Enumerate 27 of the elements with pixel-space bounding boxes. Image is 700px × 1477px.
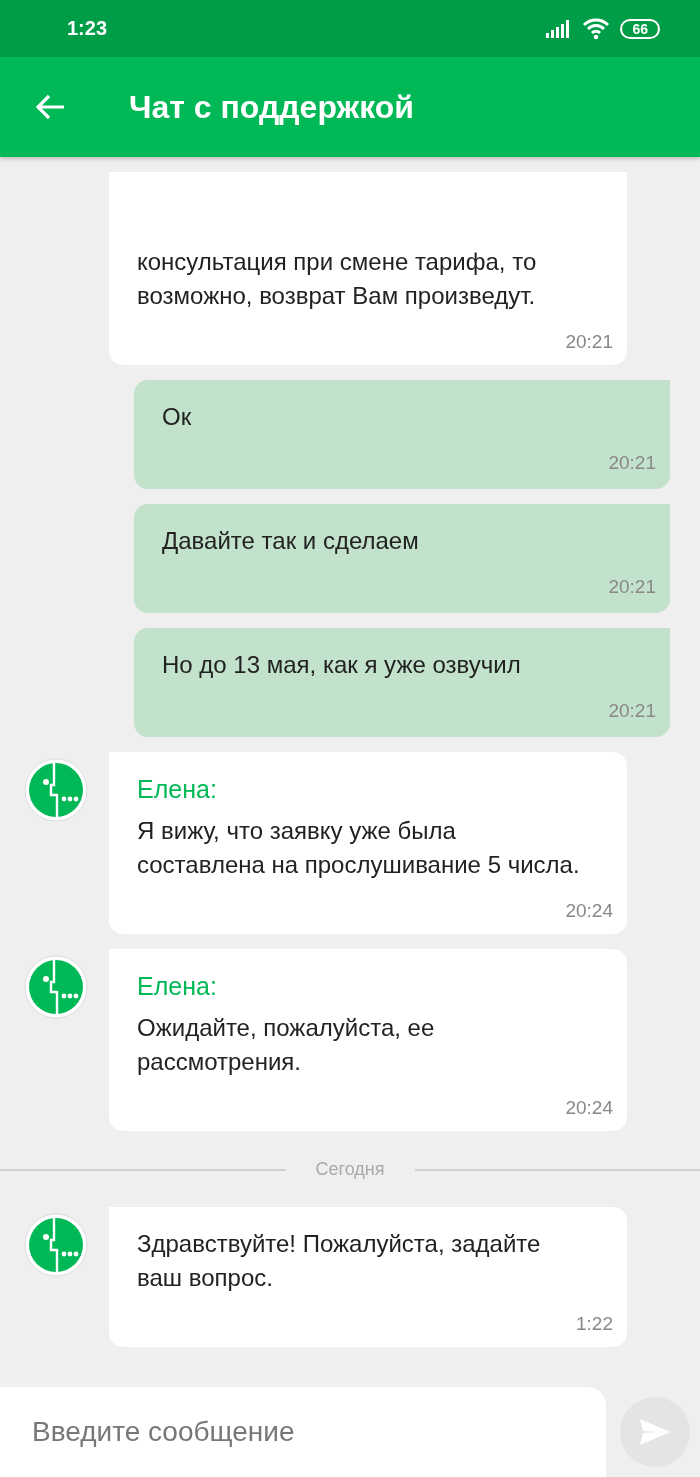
message-time: 1:22 bbox=[576, 1313, 613, 1335]
message-text: Я вижу, что заявку уже была составлена на прослушивание 5 числа. bbox=[137, 816, 581, 880]
operator-avatar bbox=[24, 955, 88, 1019]
message-time: 20:21 bbox=[608, 576, 656, 598]
wifi-icon bbox=[582, 17, 611, 40]
message-text: Давайте так и сделаем bbox=[162, 526, 420, 556]
message-time: 20:24 bbox=[565, 1097, 613, 1119]
sender-name: Елена: bbox=[137, 774, 218, 805]
screen-title: Чат с поддержкой bbox=[129, 88, 415, 126]
battery-indicator: 66 bbox=[620, 18, 660, 39]
sender-name: Елена: bbox=[137, 971, 218, 1002]
message-time: 20:21 bbox=[608, 452, 656, 474]
message-time: 20:21 bbox=[565, 331, 613, 353]
send-icon bbox=[638, 1417, 672, 1447]
message-text: Ок bbox=[162, 402, 193, 432]
back-arrow-icon bbox=[36, 94, 66, 120]
message-time: 20:24 bbox=[565, 900, 613, 922]
message-text: Ожидайте, пожалуйста, ее рассмотрения. bbox=[137, 1013, 436, 1077]
status-time: 1:23 bbox=[67, 17, 108, 40]
message-input[interactable]: Введите сообщение bbox=[0, 1387, 606, 1477]
operator-avatar bbox=[24, 758, 88, 822]
message-text: Здравствуйте! Пожалуйста, задайте ваш вопрос. bbox=[137, 1229, 542, 1293]
message-text: консультация при смене тарифа, то возможно, возврат Вам произведут. bbox=[137, 247, 538, 311]
date-label: Сегодня bbox=[314, 1159, 386, 1180]
operator-avatar bbox=[24, 1213, 88, 1277]
message-time: 20:21 bbox=[608, 700, 656, 722]
message-text: Но до 13 мая, как я уже озвучил bbox=[162, 650, 522, 680]
